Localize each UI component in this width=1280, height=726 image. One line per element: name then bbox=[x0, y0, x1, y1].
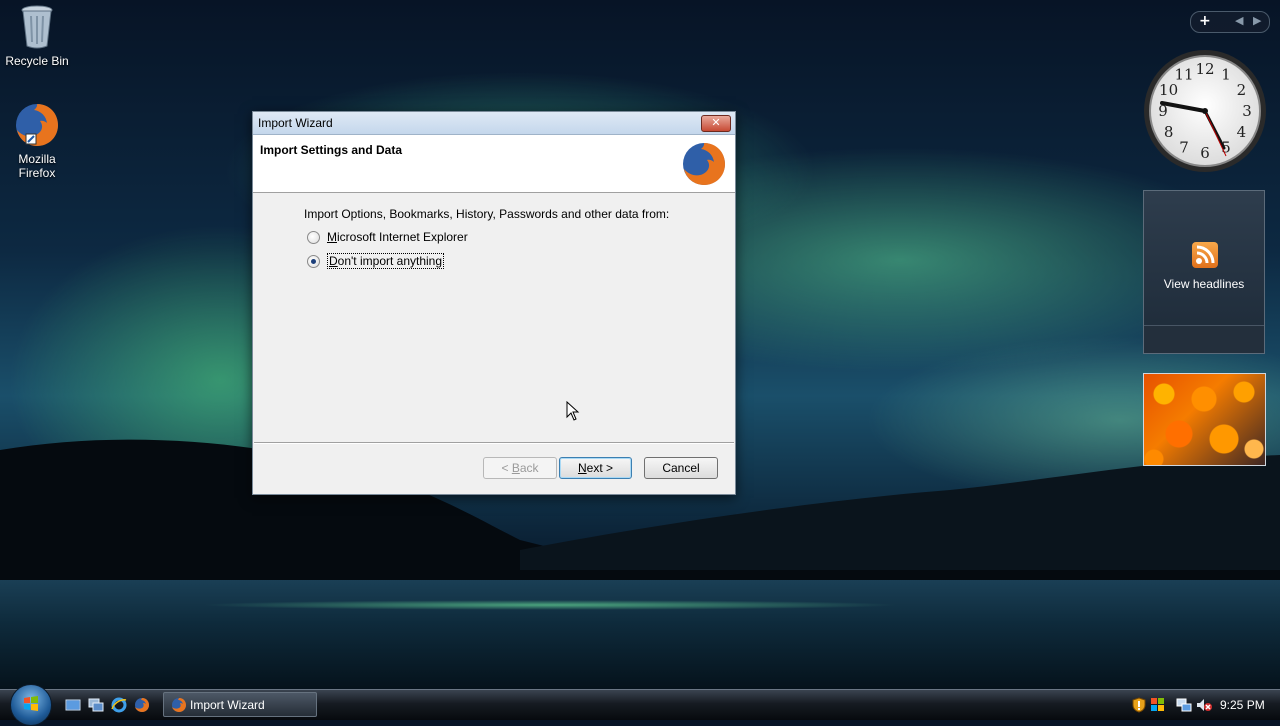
switch-windows-icon[interactable] bbox=[88, 697, 104, 713]
clock-numeral: 3 bbox=[1242, 102, 1252, 120]
security-center-icon[interactable] bbox=[1150, 697, 1166, 713]
clock-numeral: 1 bbox=[1221, 66, 1231, 84]
radio-internet-explorer[interactable] bbox=[307, 230, 320, 244]
volume-muted-icon[interactable] bbox=[1196, 697, 1212, 713]
import-prompt: Import Options, Bookmarks, History, Pass… bbox=[304, 207, 670, 221]
feed-footer bbox=[1144, 325, 1264, 353]
taskbar-button-label: Import Wizard bbox=[190, 698, 265, 712]
option-internet-explorer[interactable]: Microsoft Internet Explorer bbox=[307, 230, 468, 244]
clock-numeral: 4 bbox=[1237, 123, 1247, 141]
firefox-icon bbox=[16, 104, 58, 146]
view-headlines-link[interactable]: View headlines bbox=[1144, 277, 1264, 291]
recycle-bin-icon bbox=[21, 5, 53, 49]
desktop-icon-firefox[interactable]: Mozilla Firefox bbox=[0, 102, 74, 180]
slideshow-gadget[interactable] bbox=[1143, 373, 1266, 466]
clock-numeral: 6 bbox=[1200, 144, 1210, 162]
back-button[interactable]: < Back bbox=[483, 457, 557, 479]
lake bbox=[0, 580, 1280, 690]
feed-headlines-gadget[interactable]: View headlines bbox=[1143, 190, 1265, 354]
clock-gadget[interactable]: 12 1234567891011 bbox=[1142, 48, 1268, 174]
firefox-icon bbox=[172, 698, 186, 712]
next-button[interactable]: Next > bbox=[559, 457, 632, 479]
cancel-button[interactable]: Cancel bbox=[644, 457, 718, 479]
title-bar[interactable]: Import Wizard ✕ bbox=[253, 112, 735, 135]
taskbar: Import Wizard 9:25 PM bbox=[0, 684, 1280, 726]
firefox-logo-icon bbox=[683, 143, 725, 185]
network-icon[interactable] bbox=[1176, 697, 1192, 713]
show-desktop-icon[interactable] bbox=[65, 697, 81, 713]
clock-numeral: 8 bbox=[1164, 123, 1174, 141]
close-button[interactable]: ✕ bbox=[701, 115, 731, 132]
lake-glow bbox=[200, 600, 900, 610]
wizard-content: Import Options, Bookmarks, History, Pass… bbox=[253, 193, 735, 444]
sidebar-controls: + ◀ ▶ bbox=[1190, 11, 1270, 33]
option-dont-import[interactable]: Don't import anything bbox=[307, 253, 445, 269]
option-label-dont-import: Don't import anything bbox=[327, 253, 445, 269]
firefox-quicklaunch-icon[interactable] bbox=[134, 697, 150, 713]
clock-numeral: 11 bbox=[1174, 66, 1193, 84]
taskbar-button-import-wizard[interactable]: Import Wizard bbox=[163, 692, 317, 717]
page-heading: Import Settings and Data bbox=[260, 143, 403, 157]
clock-numeral: 10 bbox=[1159, 81, 1178, 99]
desktop-icon-label: Recycle Bin bbox=[5, 54, 69, 68]
desktop-icon-recycle-bin[interactable]: Recycle Bin bbox=[0, 4, 74, 68]
import-wizard-window: Import Wizard ✕ Import Settings and Data… bbox=[252, 111, 736, 495]
desktop-icon-label: Mozilla Firefox bbox=[18, 152, 56, 180]
shield-icon[interactable] bbox=[1131, 697, 1147, 713]
option-label-internet-explorer: Microsoft Internet Explorer bbox=[327, 230, 468, 244]
windows-flag-icon bbox=[24, 696, 38, 711]
add-gadget-button[interactable]: + bbox=[1199, 13, 1211, 29]
rss-icon bbox=[1192, 242, 1218, 268]
clock-numeral: 7 bbox=[1179, 138, 1189, 156]
clock-numeral: 12 bbox=[1195, 60, 1214, 78]
system-clock[interactable]: 9:25 PM bbox=[1220, 698, 1265, 712]
close-icon: ✕ bbox=[711, 116, 721, 129]
wizard-header: Import Settings and Data bbox=[253, 135, 735, 193]
previous-page-icon[interactable]: ◀ bbox=[1235, 14, 1243, 27]
clock-numeral: 2 bbox=[1237, 81, 1247, 99]
next-page-icon[interactable]: ▶ bbox=[1253, 14, 1261, 27]
mouse-cursor-icon bbox=[566, 401, 580, 421]
window-title: Import Wizard bbox=[258, 116, 333, 130]
button-separator bbox=[254, 442, 734, 444]
radio-dont-import[interactable] bbox=[307, 254, 320, 268]
ie-icon[interactable] bbox=[111, 697, 127, 713]
